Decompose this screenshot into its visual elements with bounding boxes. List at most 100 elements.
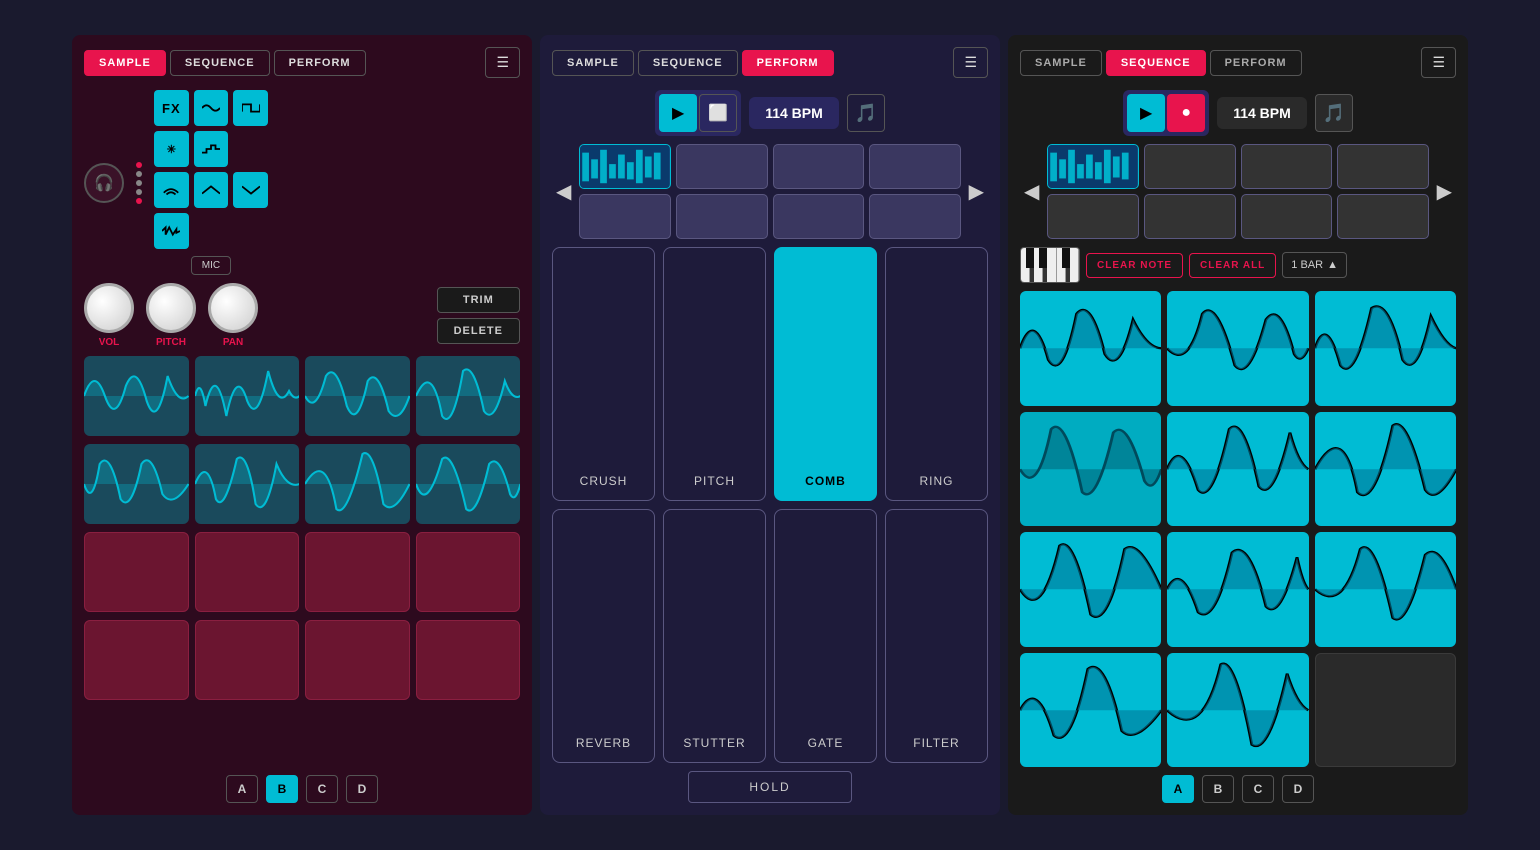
fx-comb-btn[interactable]: COMB bbox=[774, 247, 877, 501]
nav-left-right[interactable]: ◀ bbox=[1020, 175, 1043, 208]
slot-4-right[interactable] bbox=[1337, 144, 1429, 189]
tab-sample-left[interactable]: SAMPLE bbox=[84, 50, 166, 76]
pad-12[interactable] bbox=[416, 532, 521, 612]
square-wave-btn[interactable] bbox=[233, 90, 268, 126]
piano-mini[interactable] bbox=[1020, 247, 1080, 283]
pad-15[interactable] bbox=[305, 620, 410, 700]
tab-sequence-mid[interactable]: SEQUENCE bbox=[638, 50, 738, 76]
page-tab-a-right[interactable]: A bbox=[1162, 775, 1194, 803]
fx-gate-btn[interactable]: GATE bbox=[774, 509, 877, 763]
pad-8[interactable] bbox=[416, 444, 521, 524]
r-pad-3[interactable] bbox=[1315, 291, 1456, 406]
page-tab-d-right[interactable]: D bbox=[1282, 775, 1314, 803]
page-tab-b-right[interactable]: B bbox=[1202, 775, 1234, 803]
bar-select[interactable]: 1 BAR ▲ bbox=[1282, 252, 1347, 278]
tab-perform-left[interactable]: PERFORM bbox=[274, 50, 366, 76]
hold-button[interactable]: HOLD bbox=[688, 771, 851, 803]
r-pad-9[interactable] bbox=[1315, 532, 1456, 647]
pan-knob[interactable] bbox=[208, 283, 258, 333]
slot-5-mid[interactable] bbox=[579, 194, 671, 239]
slot-4-mid[interactable] bbox=[869, 144, 961, 189]
record-button-right[interactable]: ● bbox=[1167, 94, 1205, 132]
fx-stutter-btn[interactable]: STUTTER bbox=[663, 509, 766, 763]
pad-4[interactable] bbox=[416, 356, 521, 436]
stepped-btn[interactable] bbox=[194, 131, 229, 167]
mic-button[interactable]: MIC bbox=[191, 256, 231, 275]
r-pad-11[interactable] bbox=[1167, 653, 1308, 768]
tab-perform-mid[interactable]: PERFORM bbox=[742, 50, 834, 76]
slot-1-right[interactable] bbox=[1047, 144, 1139, 189]
r-pad-4[interactable] bbox=[1020, 412, 1161, 527]
delete-button[interactable]: DELETE bbox=[437, 318, 520, 344]
star-btn[interactable]: ✳ bbox=[154, 131, 189, 167]
pad-7[interactable] bbox=[305, 444, 410, 524]
page-tab-c-right[interactable]: C bbox=[1242, 775, 1274, 803]
glitch-btn[interactable] bbox=[154, 213, 189, 249]
trim-button[interactable]: TRIM bbox=[437, 287, 520, 313]
stop-button[interactable]: ⬜ bbox=[699, 94, 737, 132]
slot-7-mid[interactable] bbox=[773, 194, 865, 239]
pad-3[interactable] bbox=[305, 356, 410, 436]
pitch-knob[interactable] bbox=[146, 283, 196, 333]
wifi-wave-btn[interactable] bbox=[154, 172, 189, 208]
clear-all-button[interactable]: CLEAR ALL bbox=[1189, 253, 1276, 278]
fx-reverb-btn[interactable]: REVERB bbox=[552, 509, 655, 763]
page-tab-c-left[interactable]: C bbox=[306, 775, 338, 803]
nav-right-mid[interactable]: ▶ bbox=[965, 175, 988, 208]
pad-5[interactable] bbox=[84, 444, 189, 524]
tab-sample-right[interactable]: SAMPLE bbox=[1020, 50, 1102, 76]
slot-6-mid[interactable] bbox=[676, 194, 768, 239]
fx-ring-btn[interactable]: RING bbox=[885, 247, 988, 501]
metronome-button[interactable]: 🎵 bbox=[847, 94, 885, 132]
pad-11[interactable] bbox=[305, 532, 410, 612]
r-pad-1[interactable] bbox=[1020, 291, 1161, 406]
fx-filter-btn[interactable]: FILTER bbox=[885, 509, 988, 763]
down-wave-btn[interactable] bbox=[233, 172, 268, 208]
slot-2-right[interactable] bbox=[1144, 144, 1236, 189]
fx-crush-btn[interactable]: CRUSH bbox=[552, 247, 655, 501]
slot-3-mid[interactable] bbox=[773, 144, 865, 189]
vol-knob[interactable] bbox=[84, 283, 134, 333]
r-pad-2[interactable] bbox=[1167, 291, 1308, 406]
play-button-right[interactable]: ▶ bbox=[1127, 94, 1165, 132]
pad-6[interactable] bbox=[195, 444, 300, 524]
metronome-button-right[interactable]: 🎵 bbox=[1315, 94, 1353, 132]
up-wave-btn[interactable] bbox=[194, 172, 229, 208]
slot-2-mid[interactable] bbox=[676, 144, 768, 189]
slot-5-right[interactable] bbox=[1047, 194, 1139, 239]
fx-button[interactable]: FX bbox=[154, 90, 189, 126]
r-pad-8[interactable] bbox=[1167, 532, 1308, 647]
page-tab-d-left[interactable]: D bbox=[346, 775, 378, 803]
fx-pitch-btn[interactable]: PITCH bbox=[663, 247, 766, 501]
menu-btn-left[interactable]: ☰ bbox=[485, 47, 520, 78]
nav-left-mid[interactable]: ◀ bbox=[552, 175, 575, 208]
tab-sequence-right[interactable]: SEQUENCE bbox=[1106, 50, 1206, 76]
pad-2[interactable] bbox=[195, 356, 300, 436]
pad-1[interactable] bbox=[84, 356, 189, 436]
nav-right-right[interactable]: ▶ bbox=[1433, 175, 1456, 208]
r-pad-7[interactable] bbox=[1020, 532, 1161, 647]
r-pad-10[interactable] bbox=[1020, 653, 1161, 768]
page-tab-b-left[interactable]: B bbox=[266, 775, 298, 803]
slot-7-right[interactable] bbox=[1241, 194, 1333, 239]
headphone-icon[interactable]: 🎧 bbox=[84, 163, 124, 203]
tab-perform-right[interactable]: PERFORM bbox=[1210, 50, 1302, 76]
r-pad-12[interactable] bbox=[1315, 653, 1456, 768]
clear-note-button[interactable]: CLEAR NOTE bbox=[1086, 253, 1183, 278]
r-pad-6[interactable] bbox=[1315, 412, 1456, 527]
slot-6-right[interactable] bbox=[1144, 194, 1236, 239]
pad-10[interactable] bbox=[195, 532, 300, 612]
slot-1-mid[interactable] bbox=[579, 144, 671, 189]
slot-8-mid[interactable] bbox=[869, 194, 961, 239]
sine-wave-btn[interactable] bbox=[194, 90, 229, 126]
slot-3-right[interactable] bbox=[1241, 144, 1333, 189]
play-button[interactable]: ▶ bbox=[659, 94, 697, 132]
pad-16[interactable] bbox=[416, 620, 521, 700]
r-pad-5[interactable] bbox=[1167, 412, 1308, 527]
pad-9[interactable] bbox=[84, 532, 189, 612]
slot-8-right[interactable] bbox=[1337, 194, 1429, 239]
tab-sample-mid[interactable]: SAMPLE bbox=[552, 50, 634, 76]
pad-13[interactable] bbox=[84, 620, 189, 700]
menu-btn-right[interactable]: ☰ bbox=[1421, 47, 1456, 78]
pad-14[interactable] bbox=[195, 620, 300, 700]
